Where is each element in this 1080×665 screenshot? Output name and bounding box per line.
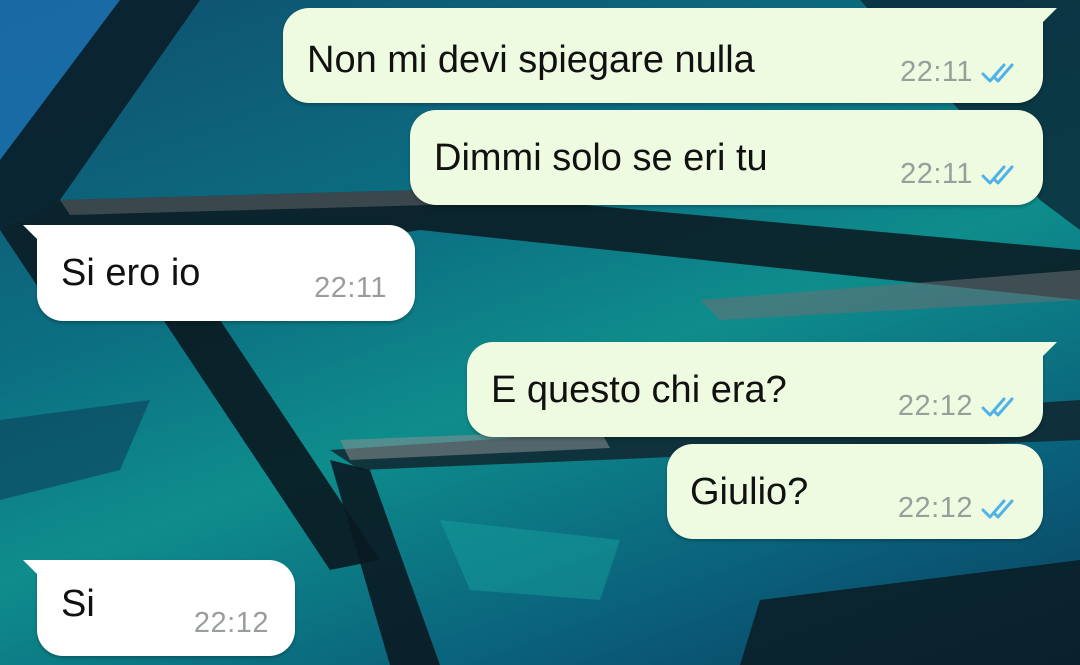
read-double-check-icon bbox=[981, 165, 1014, 184]
message-meta: 22:12 bbox=[898, 390, 1021, 423]
message-text: Dimmi solo se eri tu bbox=[434, 137, 768, 179]
message-bubble-outgoing[interactable]: E questo chi era? 22:12 bbox=[467, 342, 1057, 437]
bubble-tail bbox=[1039, 8, 1057, 26]
message-time: 22:11 bbox=[900, 56, 973, 88]
message-meta: 22:11 bbox=[314, 272, 387, 305]
read-double-check-icon bbox=[981, 63, 1014, 82]
message-bubble-incoming[interactable]: Si 22:12 bbox=[23, 560, 295, 656]
read-double-check-icon bbox=[981, 397, 1014, 416]
message-time: 22:11 bbox=[900, 158, 973, 190]
bubble-tail bbox=[23, 225, 41, 243]
message-text: E questo chi era? bbox=[491, 369, 787, 411]
message-bubble-outgoing[interactable]: Giulio? 22:12 bbox=[667, 444, 1043, 539]
message-text: Si bbox=[61, 583, 95, 625]
message-text: Giulio? bbox=[690, 471, 809, 513]
message-time: 22:12 bbox=[897, 390, 973, 422]
message-meta: 22:12 bbox=[898, 492, 1021, 525]
message-text: Si ero io bbox=[61, 252, 201, 294]
bubble-tail bbox=[23, 560, 41, 578]
message-time: 22:12 bbox=[897, 492, 973, 524]
message-meta: 22:11 bbox=[900, 56, 1021, 89]
message-time: 22:12 bbox=[193, 607, 269, 639]
read-double-check-icon bbox=[981, 499, 1014, 518]
message-meta: 22:12 bbox=[194, 607, 269, 640]
message-time: 22:11 bbox=[314, 272, 387, 304]
bubble-tail bbox=[1039, 342, 1057, 360]
message-bubble-outgoing[interactable]: Non mi devi spiegare nulla 22:11 bbox=[283, 8, 1057, 103]
message-meta: 22:11 bbox=[900, 158, 1021, 191]
message-bubble-incoming[interactable]: Si ero io 22:11 bbox=[23, 225, 415, 321]
message-text: Non mi devi spiegare nulla bbox=[307, 39, 755, 81]
message-bubble-outgoing[interactable]: Dimmi solo se eri tu 22:11 bbox=[410, 110, 1043, 205]
